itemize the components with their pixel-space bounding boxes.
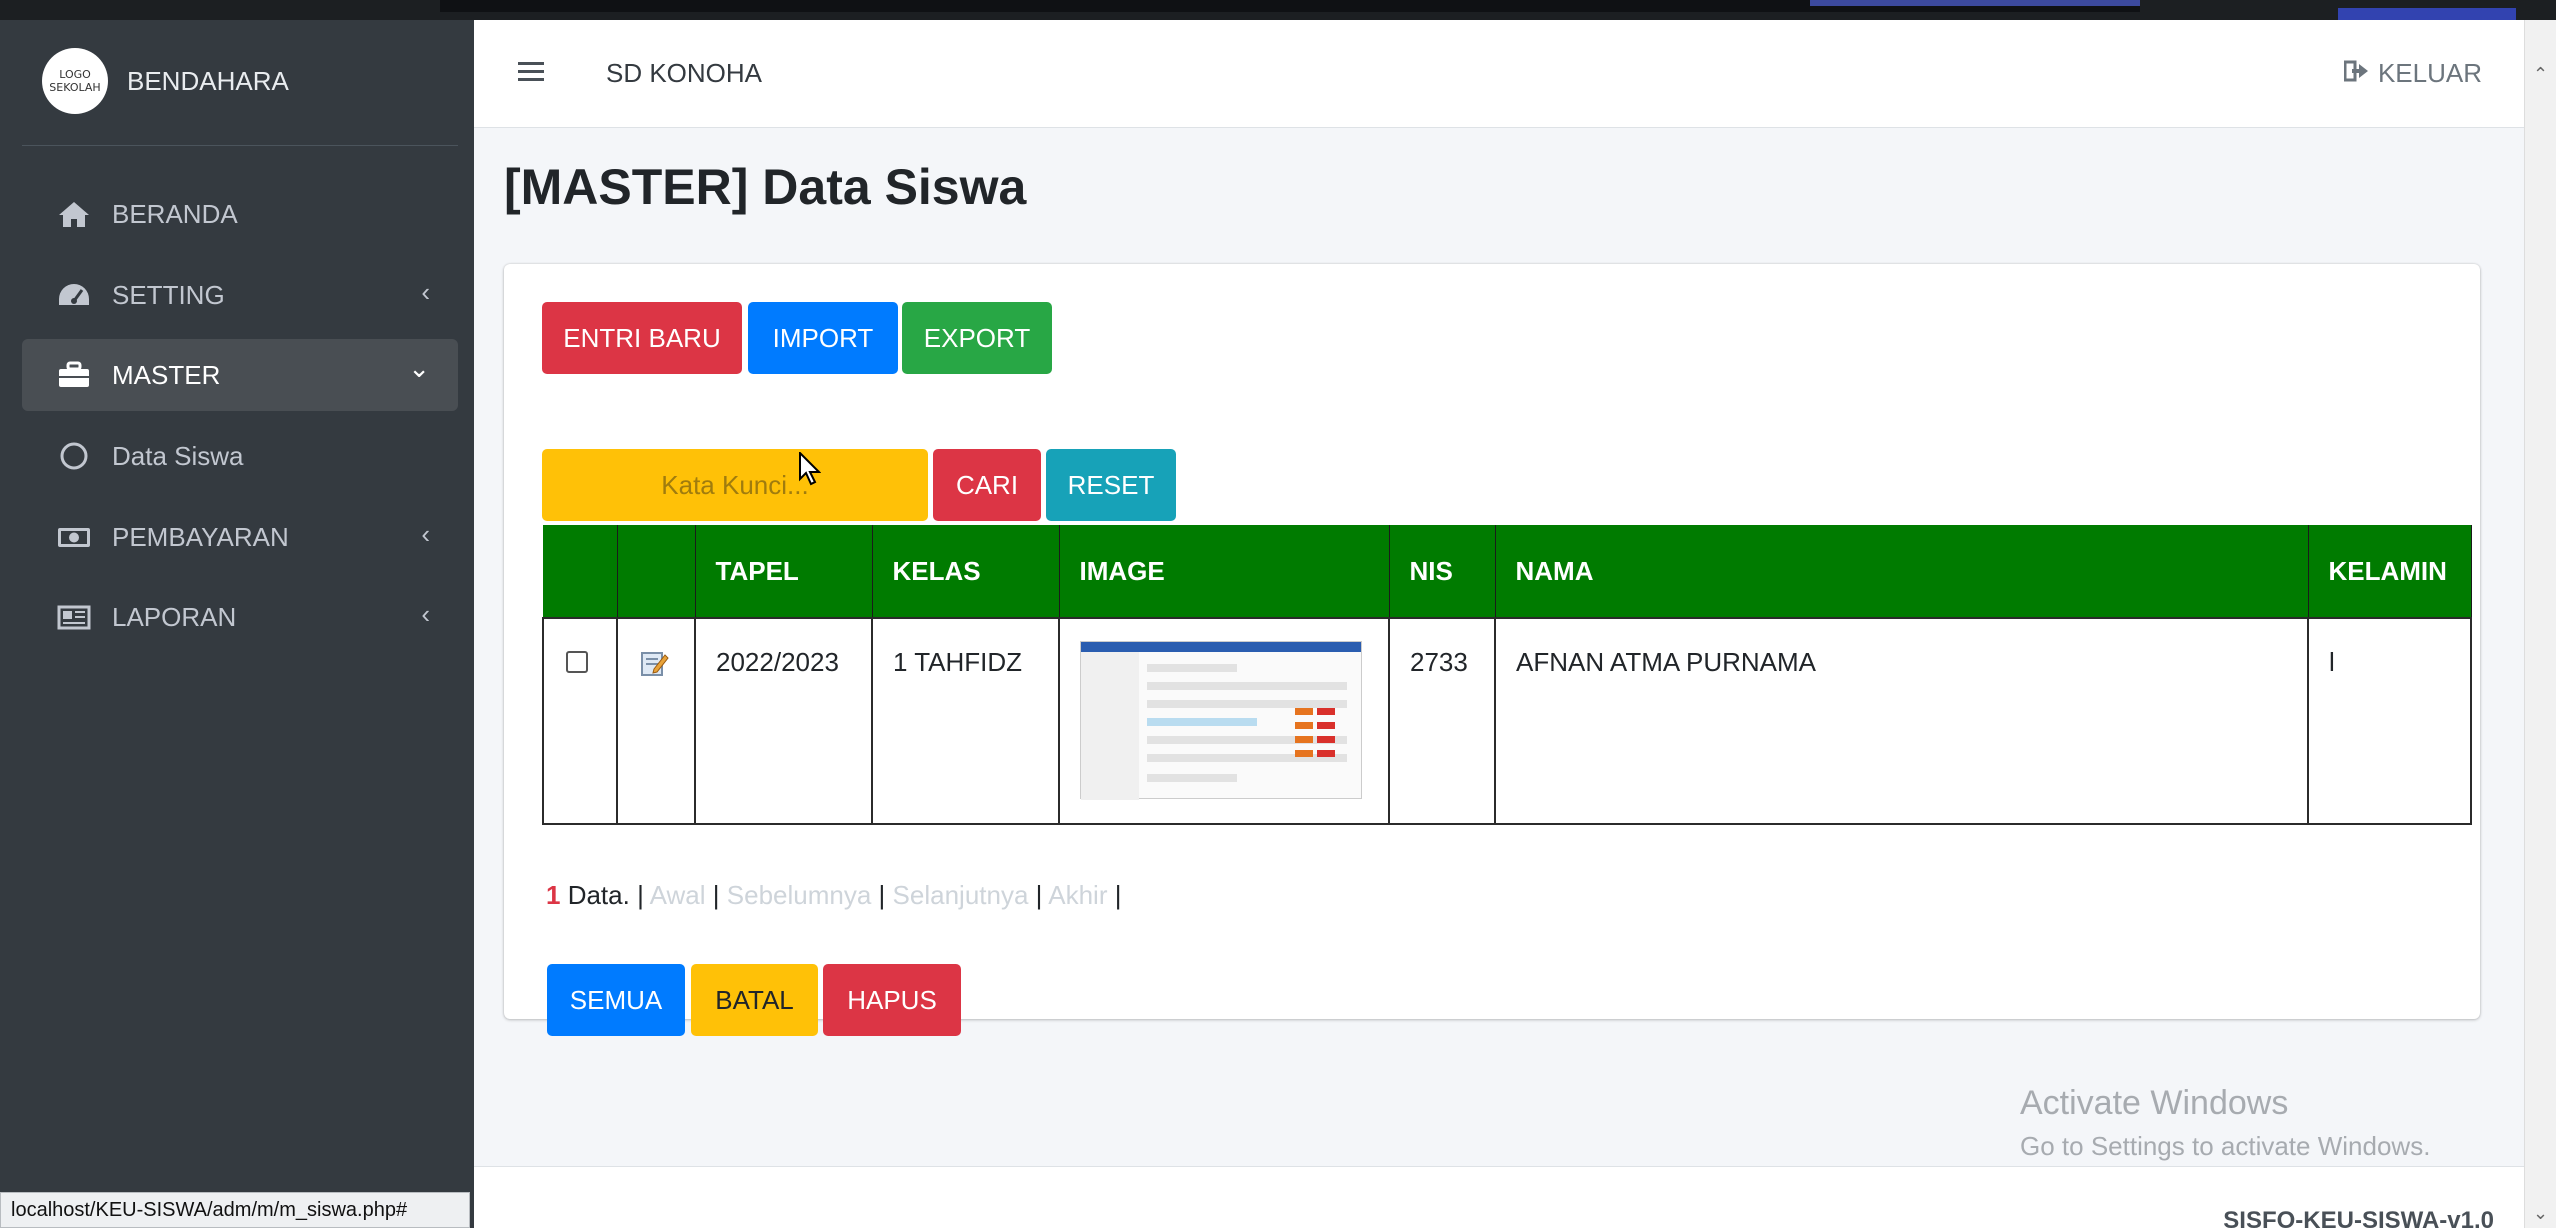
pager-separator: | [878, 880, 886, 910]
pager-separator: | [712, 880, 720, 910]
sidebar-item-label: Data Siswa [112, 441, 244, 471]
column-header-tapel[interactable]: TAPEL [694, 525, 873, 618]
sidebar-item-laporan[interactable]: LAPORAN ‹ [22, 581, 458, 653]
delete-button[interactable]: HAPUS [823, 964, 961, 1036]
browser-status-url: localhost/KEU-SISWA/adm/m/m_siswa.php# [0, 1192, 470, 1228]
pager-separator: | [1114, 880, 1122, 910]
kelamin-cell: l [2307, 616, 2472, 825]
column-header-nis[interactable]: NIS [1388, 525, 1496, 618]
watermark-subtitle: Go to Settings to activate Windows. [2020, 1131, 2431, 1161]
sidebar-item-label: MASTER [112, 360, 221, 390]
chevron-left-icon: ‹ [421, 277, 430, 307]
data-card: ENTRI BARU IMPORT EXPORT CARI RESET TAPE… [504, 264, 2480, 1036]
windows-activation-watermark: Activate Windows Go to Settings to activ… [2020, 1084, 2430, 1162]
scroll-down-icon[interactable]: ⌄ [2533, 1203, 2548, 1224]
column-header-kelamin[interactable]: KELAMIN [2307, 525, 2472, 618]
pager-first-link[interactable]: Awal [650, 880, 706, 910]
app-version: SISFO-KEU-SISWA-v1.0 [2223, 1207, 2494, 1228]
select-cell [542, 616, 618, 825]
cancel-button[interactable]: BATAL [691, 964, 818, 1036]
column-header-nama[interactable]: NAMA [1494, 525, 2309, 618]
reset-button[interactable]: RESET [1046, 449, 1176, 521]
students-table: TAPEL KELAS IMAGE NIS NAMA KELAMIN 2022/… [542, 525, 2472, 825]
sidebar-item-beranda[interactable]: BERANDA [22, 178, 458, 250]
new-entry-button[interactable]: ENTRI BARU [542, 302, 742, 374]
chevron-down-icon: ⌄ [408, 353, 430, 383]
top-navbar: SD KONOHA KELUAR [474, 20, 2524, 128]
site-name: SD KONOHA [606, 58, 763, 88]
kelas-cell: 1 TAHFIDZ [871, 616, 1060, 825]
nis-cell: 2733 [1388, 616, 1496, 825]
sidebar-item-setting[interactable]: SETTING ‹ [22, 259, 458, 331]
student-image-thumbnail[interactable] [1080, 640, 1362, 800]
pager-last-link[interactable]: Akhir [1048, 880, 1107, 910]
search-input[interactable] [542, 449, 928, 521]
sidebar-item-label: LAPORAN [112, 602, 237, 632]
scroll-up-icon[interactable]: ⌃ [2533, 64, 2548, 85]
row-checkbox[interactable] [566, 650, 588, 673]
briefcase-icon [56, 361, 92, 389]
newspaper-icon [56, 603, 92, 631]
money-icon [56, 523, 92, 551]
sidebar: LOGO SEKOLAH BENDAHARA BERANDA SETTING ‹… [0, 20, 474, 1228]
sidebar-item-pembayaran[interactable]: PEMBAYARAN ‹ [22, 501, 458, 573]
home-icon [56, 200, 92, 228]
sidebar-item-master[interactable]: MASTER ⌄ [22, 339, 458, 411]
pagination: 1 Data. | Awal | Sebelumnya | Selanjutny… [546, 880, 1121, 911]
brand-link[interactable]: LOGO SEKOLAH BENDAHARA [0, 48, 474, 132]
record-count: 1 [546, 880, 561, 910]
brand-text: BENDAHARA [127, 66, 289, 96]
record-count-label: Data. [560, 880, 630, 910]
page-footer: SISFO-KEU-SISWA-v1.0 [474, 1166, 2524, 1228]
tapel-cell: 2022/2023 [694, 616, 873, 825]
mouse-cursor-icon [799, 450, 822, 486]
select-all-button[interactable]: SEMUA [547, 964, 685, 1036]
sign-out-icon [2343, 58, 2370, 89]
watermark-title: Activate Windows [2020, 1084, 2289, 1122]
export-button[interactable]: EXPORT [902, 302, 1052, 374]
sidebar-item-data-siswa[interactable]: Data Siswa [22, 420, 458, 492]
brand-divider [22, 145, 458, 146]
pager-next-link[interactable]: Selanjutnya [893, 880, 1029, 910]
nama-cell: AFNAN ATMA PURNAMA [1494, 616, 2309, 825]
import-button[interactable]: IMPORT [748, 302, 898, 374]
pager-prev-link[interactable]: Sebelumnya [727, 880, 872, 910]
column-header-select [542, 525, 618, 618]
chevron-left-icon: ‹ [421, 519, 430, 549]
column-header-image: IMAGE [1058, 525, 1390, 618]
sidebar-item-label: SETTING [112, 280, 225, 310]
logout-link[interactable]: KELUAR [2343, 58, 2482, 89]
image-cell [1058, 616, 1390, 825]
column-header-kelas[interactable]: KELAS [871, 525, 1060, 618]
search-button[interactable]: CARI [933, 449, 1041, 521]
sidebar-item-label: BERANDA [112, 199, 238, 229]
page-scrollbar[interactable]: ⌃ ⌄ [2524, 20, 2556, 1228]
school-logo: LOGO SEKOLAH [42, 48, 108, 114]
chevron-left-icon: ‹ [421, 599, 430, 629]
edit-cell [616, 616, 696, 825]
table-row: 2022/2023 1 TAHFIDZ 2733 AFNAN ATMA PURN… [542, 616, 2472, 825]
logout-label: KELUAR [2377, 58, 2482, 88]
main-content: [MASTER] Data Siswa ENTRI BARU IMPORT EX… [474, 128, 2524, 1228]
hamburger-menu-icon[interactable] [518, 62, 544, 82]
tachometer-icon [56, 281, 92, 309]
page-title: [MASTER] Data Siswa [504, 159, 1027, 215]
edit-icon[interactable] [638, 651, 670, 683]
circle-icon [56, 442, 92, 470]
browser-top-strip [0, 0, 2556, 36]
sidebar-item-label: PEMBAYARAN [112, 522, 289, 552]
pager-separator: | [1035, 880, 1043, 910]
pager-separator: | [637, 880, 644, 910]
column-header-edit [616, 525, 696, 618]
table-header-row: TAPEL KELAS IMAGE NIS NAMA KELAMIN [542, 525, 2472, 618]
